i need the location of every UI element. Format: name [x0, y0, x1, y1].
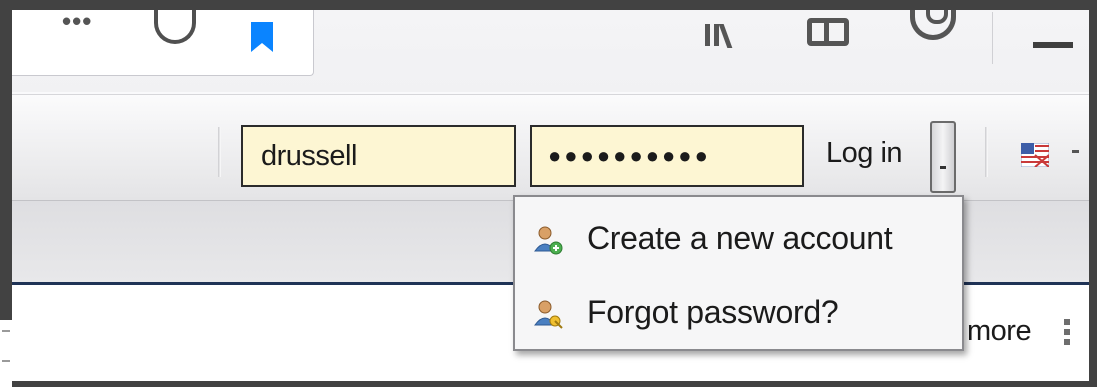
menu-item-create-account[interactable]: Create a new account	[515, 211, 962, 271]
username-field[interactable]: drussell	[241, 125, 516, 187]
toolbar-separator	[218, 127, 221, 177]
login-dropdown-menu: Create a new account Forgot password?	[513, 195, 964, 351]
account-icon[interactable]	[910, 10, 956, 40]
minimize-icon[interactable]	[1033, 42, 1073, 48]
chevron-down-icon[interactable]	[1072, 150, 1079, 153]
add-user-icon	[534, 226, 563, 255]
outside-mark	[2, 330, 10, 332]
outside-mark	[2, 360, 10, 362]
login-button[interactable]: Log in	[826, 137, 903, 170]
toolbar-separator	[985, 127, 988, 177]
more-options-icon[interactable]	[1064, 319, 1072, 349]
browser-window: ••• drussell ●●●●●●●●●● Log in more Crea…	[12, 10, 1089, 381]
more-link[interactable]: more	[967, 315, 1032, 348]
menu-item-label: Create a new account	[587, 220, 893, 256]
language-flag-icon[interactable]	[1021, 143, 1049, 167]
sidebar-icon[interactable]	[807, 18, 849, 46]
menu-item-forgot-password[interactable]: Forgot password?	[515, 285, 962, 345]
login-menu-button[interactable]	[930, 121, 956, 193]
toolbar-divider	[992, 12, 993, 64]
url-bar[interactable]: •••	[12, 10, 314, 76]
key-user-icon	[534, 300, 563, 329]
password-field[interactable]: ●●●●●●●●●●	[530, 125, 804, 187]
bookmark-star-icon[interactable]	[249, 22, 275, 52]
menu-item-label: Forgot password?	[587, 294, 839, 330]
library-icon[interactable]	[705, 24, 733, 48]
outside-area	[0, 320, 12, 387]
browser-navbar: •••	[12, 10, 1089, 92]
page-actions-icon[interactable]: •••	[62, 10, 92, 34]
pocket-icon[interactable]	[154, 10, 196, 44]
site-login-toolbar: drussell ●●●●●●●●●● Log in	[12, 94, 1089, 201]
